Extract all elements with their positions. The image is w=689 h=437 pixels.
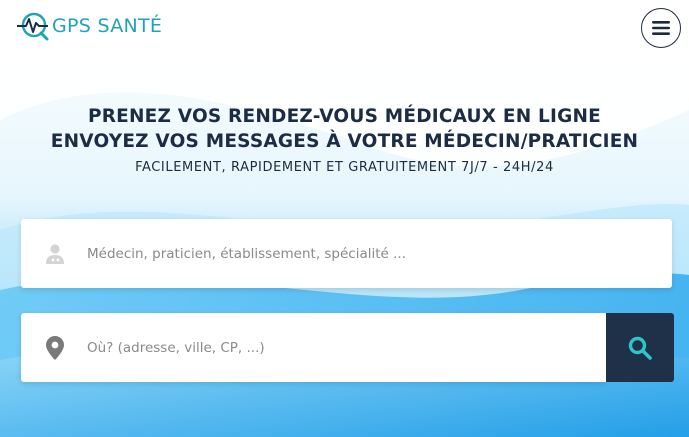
who-search-input[interactable] [87, 245, 607, 262]
brand-logo[interactable]: GPS SANTÉ [16, 10, 162, 42]
hero-title-line2: ENVOYEZ VOS MESSAGES À VOTRE MÉDECIN/PRA… [50, 131, 639, 152]
map-pin-icon [43, 335, 67, 360]
hero: PRENEZ VOS RENDEZ-VOUS MÉDICAUX EN LIGNE… [0, 104, 689, 175]
brand-name: GPS SANTÉ [52, 15, 163, 37]
stethoscope-icon [17, 12, 49, 41]
where-search-field[interactable] [21, 313, 606, 382]
hero-title-line1: PRENEZ VOS RENDEZ-VOUS MÉDICAUX EN LIGNE [87, 106, 602, 127]
hero-subtitle: FACILEMENT, RAPIDEMENT ET GRATUITEMENT 7… [135, 160, 554, 175]
menu-button[interactable] [641, 8, 681, 48]
hamburger-icon [652, 21, 670, 35]
search-icon [628, 336, 652, 360]
search-button[interactable] [606, 313, 674, 382]
header: GPS SANTÉ [0, 0, 689, 62]
who-search-field[interactable] [21, 219, 672, 288]
doctor-icon [43, 242, 67, 266]
where-search-input[interactable] [86, 339, 606, 356]
